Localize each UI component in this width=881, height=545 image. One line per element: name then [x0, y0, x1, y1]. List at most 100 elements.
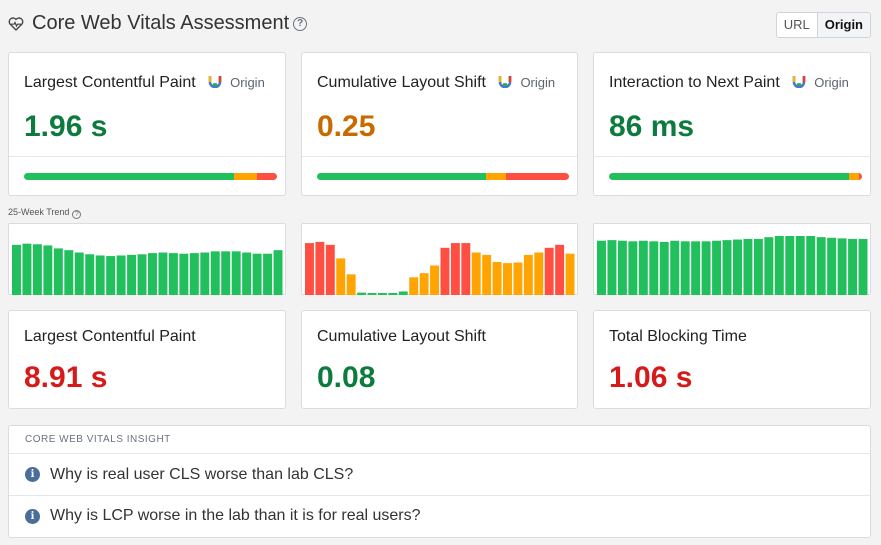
trend-bar [482, 254, 492, 295]
trend-bar [336, 258, 346, 295]
trend-bar [858, 238, 868, 295]
trend-bar [53, 248, 63, 295]
trend-bar [200, 252, 210, 295]
trend-bar [597, 240, 606, 295]
info-icon: i [25, 467, 40, 482]
tbt-lab-card[interactable]: Total Blocking Time 1.06 s [593, 310, 871, 409]
metric-value: 86 ms [609, 110, 695, 143]
trend-bar [32, 244, 42, 295]
cls-field-card[interactable]: Cumulative Layout Shift Origin 0.25 [301, 52, 578, 196]
trend-bar [523, 254, 533, 295]
insight-item[interactable]: i Why is LCP worse in the lab than it is… [9, 495, 870, 536]
trend-bar [158, 252, 168, 295]
trend-bar [555, 244, 565, 295]
trend-bar [357, 292, 367, 295]
distribution-segment-poor [256, 173, 277, 180]
insight-header: CORE WEB VITALS INSIGHT [9, 426, 870, 454]
insight-item[interactable]: i Why is real user CLS worse than lab CL… [9, 454, 870, 495]
metric-name: Cumulative Layout Shift [317, 74, 486, 91]
distribution-segment-poor [859, 173, 862, 180]
cls-lab-card[interactable]: Cumulative Layout Shift 0.08 [301, 310, 578, 409]
trend-bar [273, 250, 283, 295]
distribution-segment-good [24, 173, 234, 180]
trend-bar [848, 238, 858, 295]
trend-bar [722, 240, 732, 295]
trend-bar [409, 277, 419, 295]
trend-bar [701, 241, 711, 295]
lcp-trend-chart[interactable] [8, 223, 286, 295]
trend-bar [492, 261, 502, 295]
lcp-field-card[interactable]: Largest Contentful Paint Origin 1.96 s [8, 52, 286, 196]
help-icon[interactable]: ? [293, 17, 308, 31]
trend-bar [764, 237, 774, 295]
trend-bar [503, 263, 512, 295]
cls-trend-chart[interactable] [301, 223, 578, 295]
distribution-segment-good [609, 173, 850, 180]
trend-label: 25-Week Trend? [8, 207, 82, 219]
help-icon[interactable]: ? [72, 210, 82, 219]
inp-trend-chart[interactable] [593, 223, 871, 295]
trend-bar [430, 265, 439, 295]
origin-label: Origin [520, 75, 556, 90]
lcp-lab-card[interactable]: Largest Contentful Paint 8.91 s [8, 310, 286, 409]
trend-bar [377, 293, 387, 295]
metric-value: 0.08 [317, 361, 376, 394]
trend-bar [649, 241, 659, 295]
trend-bar [263, 253, 273, 295]
distribution-bar [24, 173, 277, 180]
distribution-segment-ni [849, 173, 860, 180]
card-title: Cumulative Layout Shift Origin [317, 74, 555, 92]
trend-bar [659, 241, 669, 295]
distribution-segment-good [317, 173, 486, 180]
distribution-bar [609, 173, 862, 180]
trend-bar [74, 252, 84, 295]
trend-label-text: 25-Week Trend [8, 207, 70, 217]
trend-bar [419, 273, 429, 295]
trend-bar [346, 274, 356, 295]
divider [594, 156, 870, 157]
metric-name: Total Blocking Time [609, 328, 747, 345]
core-web-vitals-insight: CORE WEB VITALS INSIGHT i Why is real us… [8, 425, 871, 538]
trend-bar [189, 253, 199, 295]
distribution-bar [317, 173, 569, 180]
origin-toggle-button[interactable]: Origin [816, 13, 870, 37]
trend-bar [513, 262, 523, 295]
metric-name: Largest Contentful Paint [24, 74, 196, 91]
trend-bar [785, 236, 795, 295]
trend-bar [367, 293, 377, 295]
divider [9, 156, 285, 157]
insight-text: Why is real user CLS worse than lab CLS? [50, 465, 354, 483]
crux-logo-icon [499, 76, 512, 88]
trend-bar [137, 254, 147, 295]
origin-label: Origin [230, 75, 265, 90]
trend-bar [210, 251, 220, 295]
divider [302, 156, 577, 157]
trend-bar [827, 237, 837, 295]
trend-bar [712, 240, 722, 295]
distribution-segment-ni [485, 173, 506, 180]
trend-bar [43, 245, 53, 295]
card-title: Interaction to Next Paint Origin [609, 74, 849, 92]
page-title-text: Core Web Vitals Assessment [32, 12, 290, 34]
trend-bar [231, 251, 241, 295]
trend-bar [471, 252, 481, 295]
trend-bar [22, 243, 32, 295]
trend-bar [753, 238, 763, 295]
trend-bar [106, 256, 116, 295]
trend-bar [795, 236, 805, 295]
origin-label: Origin [814, 75, 849, 90]
trend-bar [638, 240, 648, 295]
inp-field-card[interactable]: Interaction to Next Paint Origin 86 ms [593, 52, 871, 196]
trend-bar [806, 236, 816, 295]
url-toggle-button[interactable]: URL [777, 13, 817, 37]
trend-bar [565, 253, 575, 295]
trend-bar [148, 253, 157, 295]
trend-bar [252, 253, 262, 295]
trend-bar [221, 251, 231, 295]
trend-bar [461, 243, 471, 295]
trend-bar [388, 293, 398, 295]
metric-value: 8.91 s [24, 361, 108, 394]
trend-bar [670, 240, 680, 295]
trend-bar [242, 252, 252, 295]
trend-bar [315, 241, 325, 295]
